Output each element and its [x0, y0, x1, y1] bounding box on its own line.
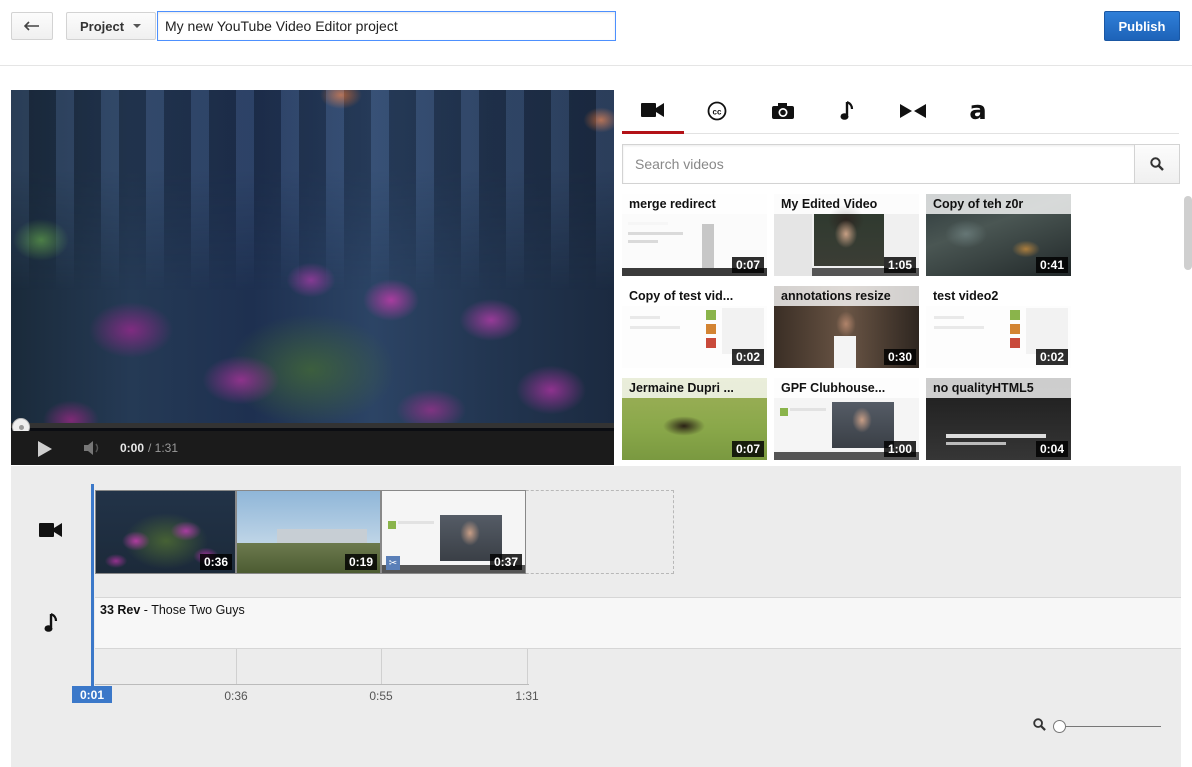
- total-time: / 1:31: [148, 441, 179, 455]
- library-video-item[interactable]: annotations resize 0:30: [774, 286, 919, 368]
- library-video-item[interactable]: My Edited Video 1:05: [774, 194, 919, 276]
- video-title: Copy of teh z0r: [926, 194, 1071, 214]
- clip-duration: 0:37: [489, 554, 522, 570]
- video-title: annotations resize: [774, 286, 919, 306]
- audio-artist: - Those Two Guys: [140, 603, 245, 617]
- back-arrow-icon: [24, 21, 39, 31]
- video-duration: 0:07: [731, 257, 764, 273]
- video-camera-icon: [641, 102, 664, 117]
- zoom-icon: [1033, 718, 1046, 731]
- video-title: merge redirect: [622, 194, 767, 214]
- ruler-tick: [381, 649, 382, 685]
- timeline-panel: 0:36 0:19 ✂ 0:37 33 Rev - Those Two Guys…: [11, 466, 1181, 767]
- video-title: My Edited Video: [774, 194, 919, 214]
- video-duration: 0:41: [1035, 257, 1068, 273]
- video-library-grid: merge redirect 0:07 My Edited Video 1:05…: [622, 194, 1182, 466]
- tab-amazon[interactable]: a: [947, 88, 1009, 133]
- transitions-icon: [900, 103, 926, 118]
- audio-track[interactable]: 33 Rev - Those Two Guys: [95, 597, 1181, 649]
- video-track-icon-wrap: [39, 522, 63, 538]
- timeline-clip[interactable]: ✂ 0:37: [381, 490, 526, 574]
- library-tabs: cc a: [622, 88, 1179, 134]
- search-button[interactable]: [1134, 144, 1180, 184]
- library-video-item[interactable]: merge redirect 0:07: [622, 194, 767, 276]
- video-title: no qualityHTML5: [926, 378, 1071, 398]
- audio-song-title: 33 Rev: [100, 603, 141, 617]
- video-duration: 0:04: [1035, 441, 1068, 457]
- timeline-clip[interactable]: 0:19: [236, 490, 381, 574]
- volume-icon[interactable]: [83, 440, 101, 456]
- video-duration: 0:07: [731, 441, 764, 457]
- caret-down-icon: [133, 24, 142, 28]
- zoom-slider-handle[interactable]: [1053, 720, 1066, 733]
- camera-icon: [772, 102, 794, 119]
- closed-captions-icon: cc: [707, 101, 727, 120]
- ruler-tick: [236, 649, 237, 685]
- tab-transitions[interactable]: [882, 88, 944, 133]
- project-menu-button[interactable]: Project: [66, 12, 156, 40]
- timeline-clip[interactable]: 0:36: [95, 490, 236, 574]
- scissors-icon[interactable]: ✂: [386, 556, 400, 570]
- publish-button[interactable]: Publish: [1104, 11, 1180, 41]
- time-ruler: [95, 684, 529, 685]
- video-title: GPF Clubhouse...: [774, 378, 919, 398]
- clip-duration: 0:19: [344, 554, 377, 570]
- library-video-item[interactable]: GPF Clubhouse... 1:00: [774, 378, 919, 460]
- playhead[interactable]: [91, 484, 94, 690]
- library-scrollbar[interactable]: [1184, 196, 1192, 270]
- search-icon: [1150, 157, 1164, 171]
- library-video-item[interactable]: Jermaine Dupri ... 0:07: [622, 378, 767, 460]
- tab-photos[interactable]: [752, 88, 814, 133]
- play-icon[interactable]: [38, 441, 52, 457]
- video-title: Jermaine Dupri ...: [622, 378, 767, 398]
- svg-text:cc: cc: [713, 107, 722, 116]
- library-video-item[interactable]: test video2 0:02: [926, 286, 1071, 368]
- project-menu-label: Project: [80, 18, 125, 34]
- ruler-tick: [527, 649, 528, 685]
- ruler-tick-label: 0:55: [369, 689, 393, 703]
- video-camera-icon: [39, 523, 62, 537]
- project-title-input[interactable]: [157, 11, 616, 41]
- editor-header: Project Publish: [0, 0, 1192, 66]
- audio-track-label: 33 Rev - Those Two Guys: [100, 603, 245, 617]
- tab-audio[interactable]: [817, 88, 879, 133]
- library-video-item[interactable]: Copy of test vid... 0:02: [622, 286, 767, 368]
- video-preview-player[interactable]: 0:00 / 1:31: [11, 90, 614, 465]
- video-duration: 0:02: [731, 349, 764, 365]
- video-title: test video2: [926, 286, 1071, 306]
- preview-frame-texture: [11, 90, 614, 290]
- video-duration: 0:02: [1035, 349, 1068, 365]
- zoom-slider-track[interactable]: [1063, 726, 1161, 727]
- ruler-tick-label: 0:36: [224, 689, 248, 703]
- library-video-item[interactable]: no qualityHTML5 0:04: [926, 378, 1071, 460]
- current-time: 0:00: [120, 441, 145, 455]
- library-video-item[interactable]: Copy of teh z0r 0:41: [926, 194, 1071, 276]
- video-duration: 1:00: [883, 441, 916, 457]
- audio-track-icon-wrap: [44, 612, 60, 634]
- playhead-time[interactable]: 0:01: [72, 686, 112, 703]
- player-controls: 0:00 / 1:31: [11, 431, 614, 465]
- search-videos-input[interactable]: [622, 144, 1135, 184]
- clip-duration: 0:36: [199, 554, 232, 570]
- ruler-tick-label: 1:31: [515, 689, 539, 703]
- amazon-a-icon: a: [969, 95, 987, 126]
- progress-bar[interactable]: [11, 423, 614, 428]
- music-note-icon: [840, 100, 854, 120]
- video-duration: 1:05: [883, 257, 916, 273]
- video-title: Copy of test vid...: [622, 286, 767, 306]
- tab-videos[interactable]: [622, 88, 684, 134]
- video-duration: 0:30: [883, 349, 916, 365]
- back-button[interactable]: [11, 12, 53, 40]
- music-note-icon: [44, 612, 58, 632]
- tab-captions[interactable]: cc: [686, 88, 748, 133]
